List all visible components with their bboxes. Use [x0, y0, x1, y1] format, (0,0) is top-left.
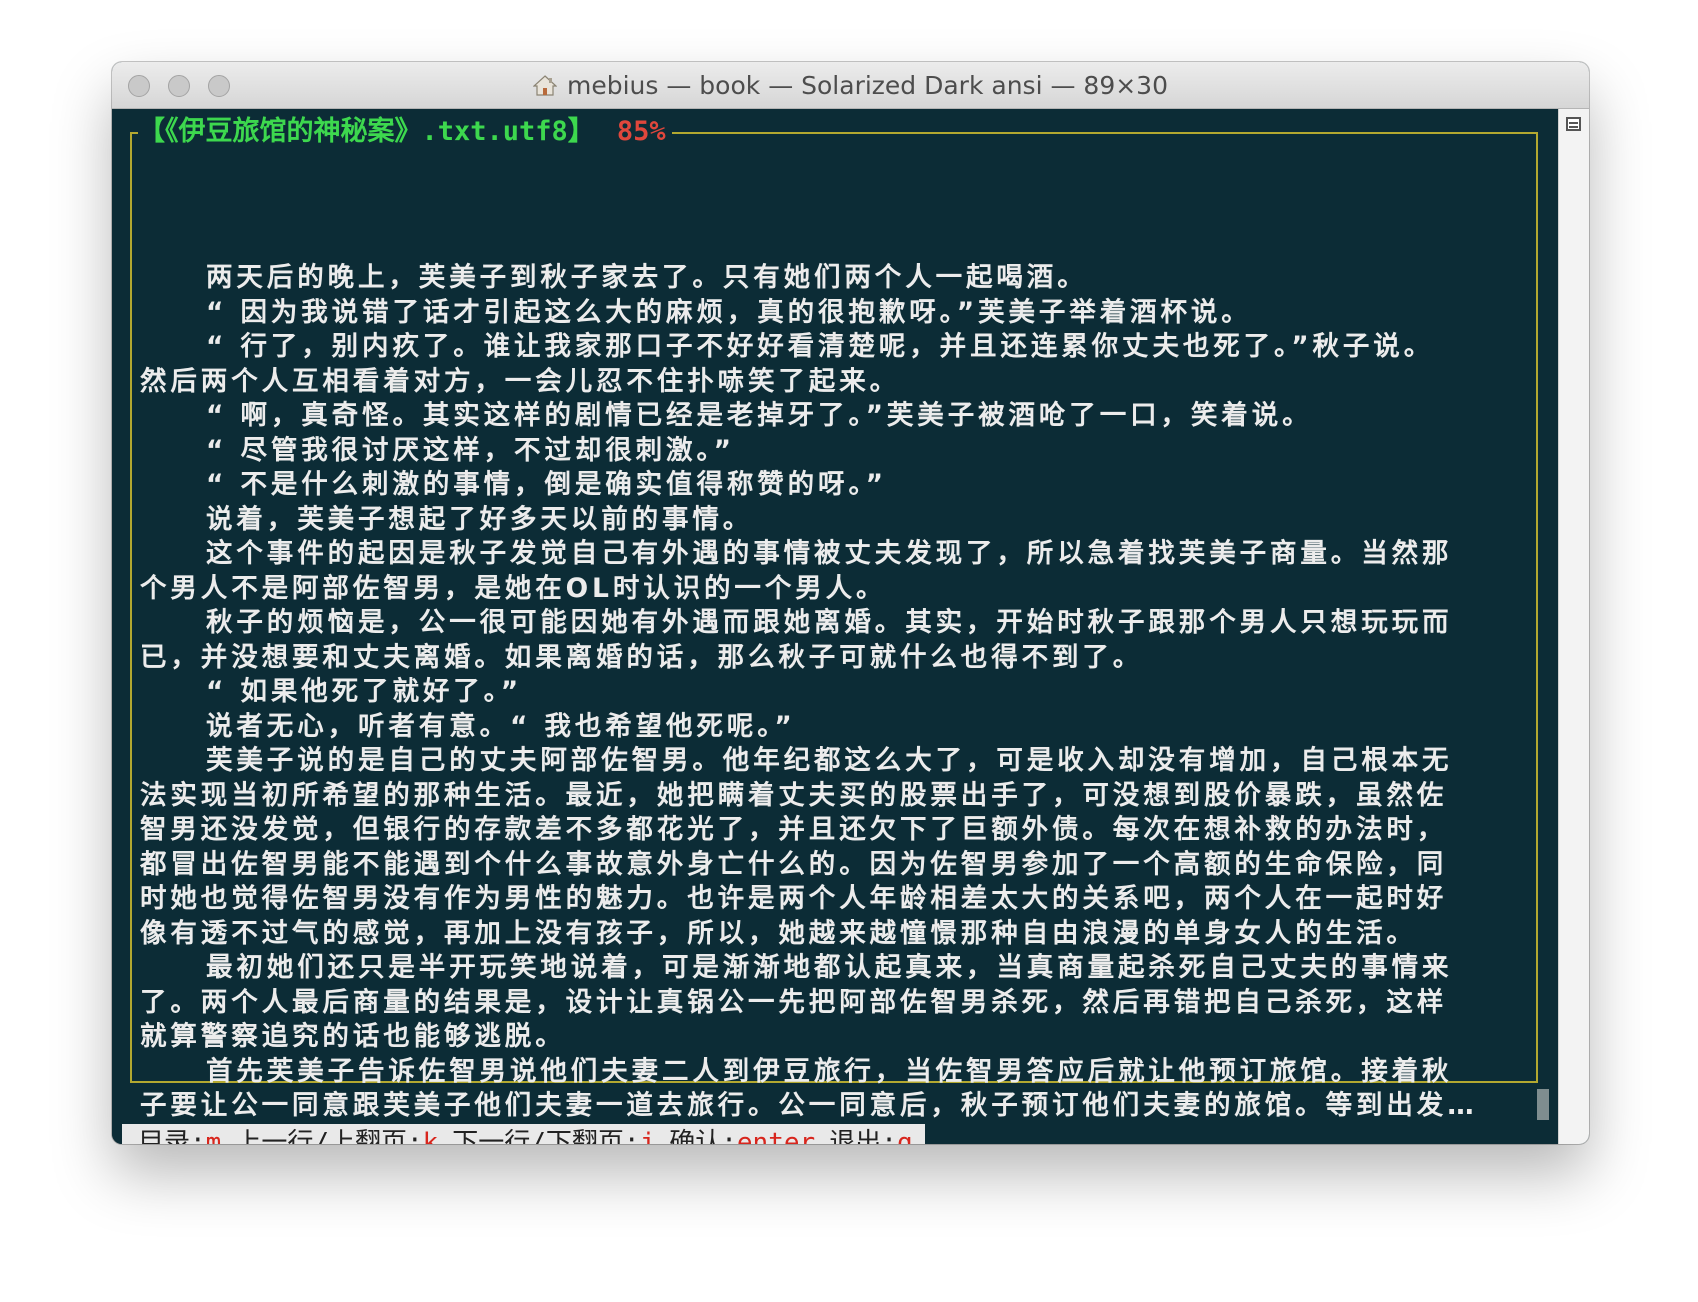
- text-line: 了。两个人最后商量的结果是，设计让真锅公一先把阿部佐智男杀死，然后再错把自己杀死…: [140, 986, 1448, 1018]
- shortcut-key: m: [205, 1128, 222, 1144]
- terminal-cursor: [1537, 1089, 1549, 1120]
- book-text: 两天后的晚上，芙美子到秋子家去了。只有她们两个人一起喝酒。 “ 因为我说错了话才引…: [140, 261, 1530, 1124]
- text-line: 芙美子说的是自己的丈夫阿部佐智男。他年纪都这么大了，可是收入却没有增加，自己根本…: [206, 745, 1453, 776]
- text-line: “ 因为我说错了话才引起这么大的麻烦，真的很抱歉呀。”芙美子举着酒杯说。: [206, 296, 1252, 328]
- shortcut-key: k: [422, 1128, 439, 1144]
- window-title-area: mebius — book — Solarized Dark ansi — 89…: [112, 62, 1589, 108]
- scroll-button-icon[interactable]: [1566, 117, 1581, 131]
- text-line: 像有透不过气的感觉，再加上没有孩子，所以，她越来越憧憬那种自由浪漫的单身女人的生…: [140, 917, 1417, 949]
- progress-percent: 85%: [616, 116, 666, 147]
- text-line: 首先芙美子告诉佐智男说他们夫妻二人到伊豆旅行，当佐智男答应后就让他预订旅馆。接着…: [206, 1055, 1453, 1087]
- text-line: 最初她们还只是半开玩笑地说着，可是渐渐地都认起真来，当真商量起杀死自己丈夫的事情…: [206, 952, 1453, 983]
- text-line: 时她也觉得佐智男没有作为男性的魅力。也许是两个人年龄相差太大的关系吧，两个人在一…: [140, 883, 1448, 914]
- text-line: 已，并没想要和丈夫离婚。如果离婚的话，那么秋子可就什么也得不到了。: [140, 641, 1144, 673]
- home-icon: [533, 75, 557, 96]
- text-line: 智男还没发觉，但银行的存款差不多都花光了，并且还欠下了巨额外债。每次在想补救的办…: [140, 814, 1448, 845]
- file-label: 【《伊豆旅馆的神秘案》.txt.utf8】: [138, 116, 595, 147]
- text-line: “ 不是什么刺激的事情，倒是确实值得称赞的呀。”: [206, 469, 887, 500]
- terminal-window: mebius — book — Solarized Dark ansi — 89…: [112, 62, 1589, 1144]
- terminal-area[interactable]: 【《伊豆旅馆的神秘案》.txt.utf8】 85% 两天后的晚上，芙美子到秋子家去…: [112, 109, 1558, 1144]
- text-line: 个男人不是阿部佐智男，是她在OL时认识的一个男人。: [140, 572, 887, 604]
- text-line: 两天后的晚上，芙美子到秋子家去了。只有她们两个人一起喝酒。: [206, 262, 1088, 293]
- shortcut-label: 目录:: [138, 1128, 206, 1144]
- text-line: 说着，芙美子想起了好多天以前的事情。: [206, 503, 754, 535]
- text-line: 子要让公一同意跟芙美子他们夫妻一道去旅行。公一同意后，秋子预订他们夫妻的旅馆。等…: [140, 1090, 1478, 1121]
- text-line: 说者无心，听者有意。“ 我也希望他死呢。”: [206, 710, 796, 742]
- text-line: “ 尽管我很讨厌这样，不过却很刺激。”: [206, 434, 735, 466]
- text-line: “ 啊，真奇怪。其实这样的剧情已经是老掉牙了。”芙美子被酒呛了一口，笑着说。: [206, 400, 1313, 431]
- window-title: mebius — book — Solarized Dark ansi — 89…: [567, 70, 1168, 100]
- text-line: 都冒出佐智男能不能遇到个什么事故意外身亡什么的。因为佐智男参加了一个高额的生命保…: [140, 848, 1448, 880]
- shortcut-key: enter: [736, 1128, 816, 1144]
- text-line: 然后两个人互相看着对方，一会儿忍不住扑哧笑了起来。: [140, 365, 900, 397]
- key-help-bar: 目录:m 上一行/上翻页:k 下一行/下翻页:j 确认:enter 退出:q: [122, 1124, 925, 1144]
- shortcut-label: 下一行/下翻页:: [452, 1128, 640, 1144]
- shortcut-label: 退出:: [829, 1128, 897, 1144]
- text-line: 秋子的烦恼是，公一很可能因她有外遇而跟她离婚。其实，开始时秋子跟那个男人只想玩玩…: [206, 607, 1453, 638]
- shortcut-key: q: [896, 1128, 913, 1144]
- reader-header: 【《伊豆旅馆的神秘案》.txt.utf8】 85%: [138, 113, 672, 151]
- text-line: “ 如果他死了就好了。”: [206, 676, 523, 707]
- text-line: 法实现当初所希望的那种生活。最近，她把瞒着丈夫买的股票出手了，可没想到股价暴跌，…: [140, 779, 1448, 811]
- shortcut-label: 确认:: [669, 1128, 737, 1144]
- shortcut-key: j: [639, 1128, 656, 1144]
- text-line: “ 行了，别内疚了。谁让我家那口子不好好看清楚呢，并且还连累你丈夫也死了。”秋子…: [206, 331, 1435, 362]
- title-bar[interactable]: mebius — book — Solarized Dark ansi — 89…: [112, 62, 1589, 109]
- text-line: 这个事件的起因是秋子发觉自己有外遇的事情被丈夫发现了，所以急着找芙美子商量。当然…: [206, 538, 1453, 569]
- text-line: 就算警察追究的话也能够逃脱。: [140, 1021, 566, 1052]
- shortcut-label: 上一行/上翻页:: [235, 1128, 423, 1144]
- scrollbar[interactable]: [1558, 109, 1589, 1144]
